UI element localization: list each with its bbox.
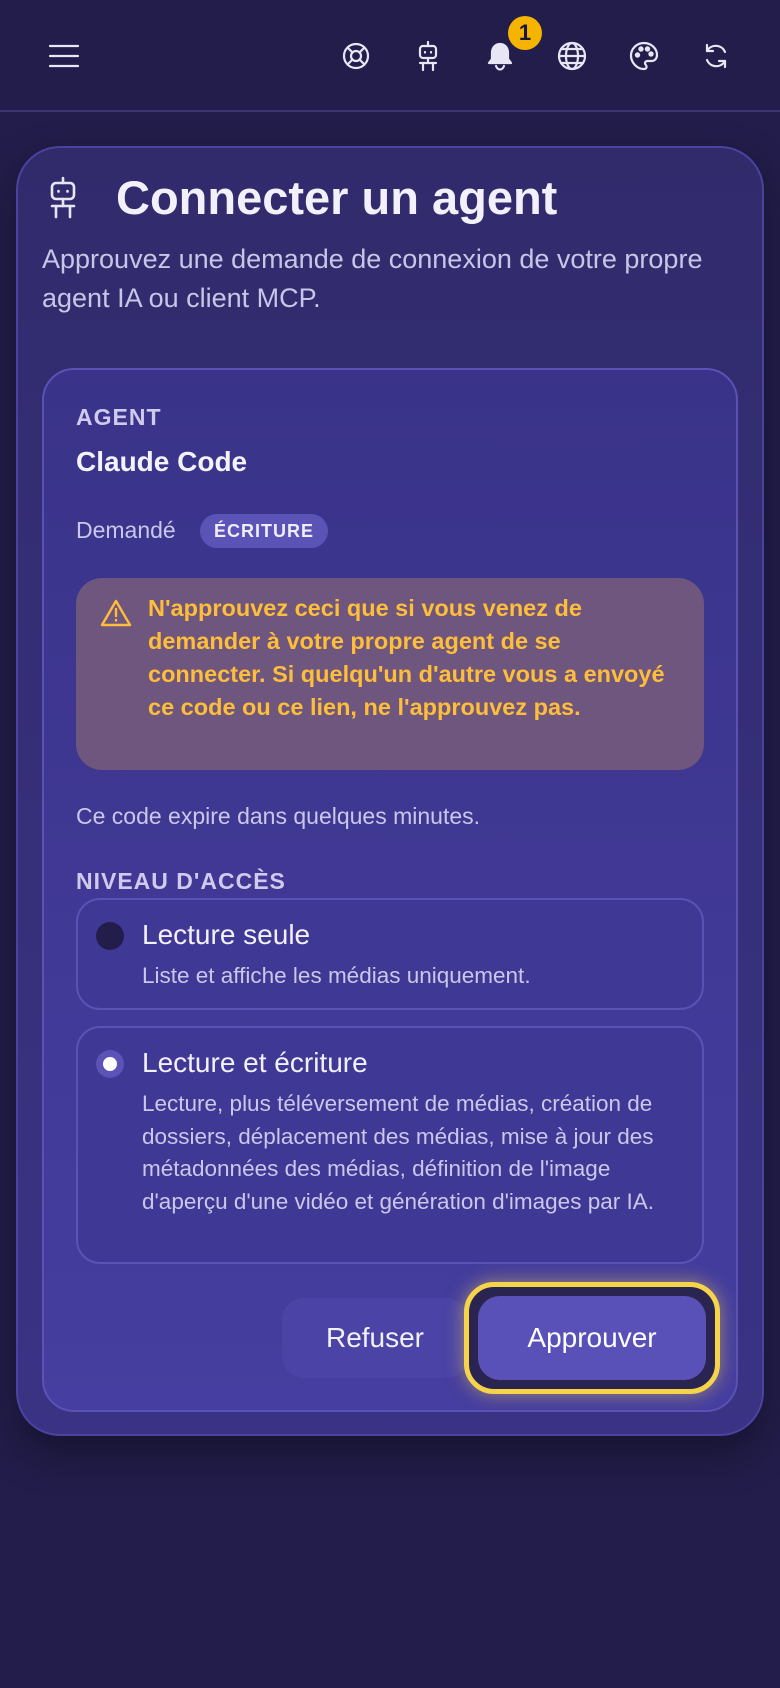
refuse-button[interactable]: Refuser bbox=[282, 1298, 468, 1378]
warning-triangle-icon bbox=[100, 598, 132, 633]
agent-name: Claude Code bbox=[76, 446, 248, 477]
requested-scope-badge: ÉCRITURE bbox=[200, 514, 329, 548]
option-description: Lecture, plus téléversement de médias, c… bbox=[142, 1091, 654, 1214]
radio-read-write[interactable] bbox=[96, 1050, 124, 1078]
radio-selected-dot bbox=[103, 1057, 117, 1071]
page-title: Connecter un agent bbox=[116, 171, 558, 224]
globe-icon[interactable] bbox=[554, 38, 590, 74]
expiry-note: Ce code expire dans quelques minutes. bbox=[76, 803, 481, 829]
approve-button[interactable]: Approuver bbox=[478, 1296, 706, 1380]
menu-icon[interactable] bbox=[46, 38, 82, 74]
palette-icon[interactable] bbox=[626, 38, 662, 74]
access-level-label: NIVEAU D'ACCÈS bbox=[76, 868, 286, 894]
radio-read-only[interactable] bbox=[96, 922, 124, 950]
title-icon-wrapper bbox=[46, 176, 80, 225]
robot-icon[interactable] bbox=[410, 38, 446, 74]
refresh-icon[interactable] bbox=[698, 38, 734, 74]
help-lifebuoy-icon[interactable] bbox=[338, 38, 374, 74]
option-title: Lecture seule bbox=[142, 919, 311, 950]
page-subtitle: Approuvez une demande de connexion de vo… bbox=[42, 244, 703, 313]
warning-text: N'approuvez ceci que si vous venez de de… bbox=[148, 595, 665, 720]
agent-label: AGENT bbox=[76, 404, 162, 430]
option-description: Liste et affiche les médias uniquement. bbox=[142, 963, 531, 988]
access-option-read-only[interactable] bbox=[76, 898, 704, 1010]
requested-label: Demandé bbox=[76, 517, 176, 543]
notification-badge: 1 bbox=[508, 16, 542, 50]
option-title: Lecture et écriture bbox=[142, 1047, 368, 1078]
robot-icon bbox=[46, 176, 80, 225]
top-bar: 1 bbox=[0, 0, 780, 112]
